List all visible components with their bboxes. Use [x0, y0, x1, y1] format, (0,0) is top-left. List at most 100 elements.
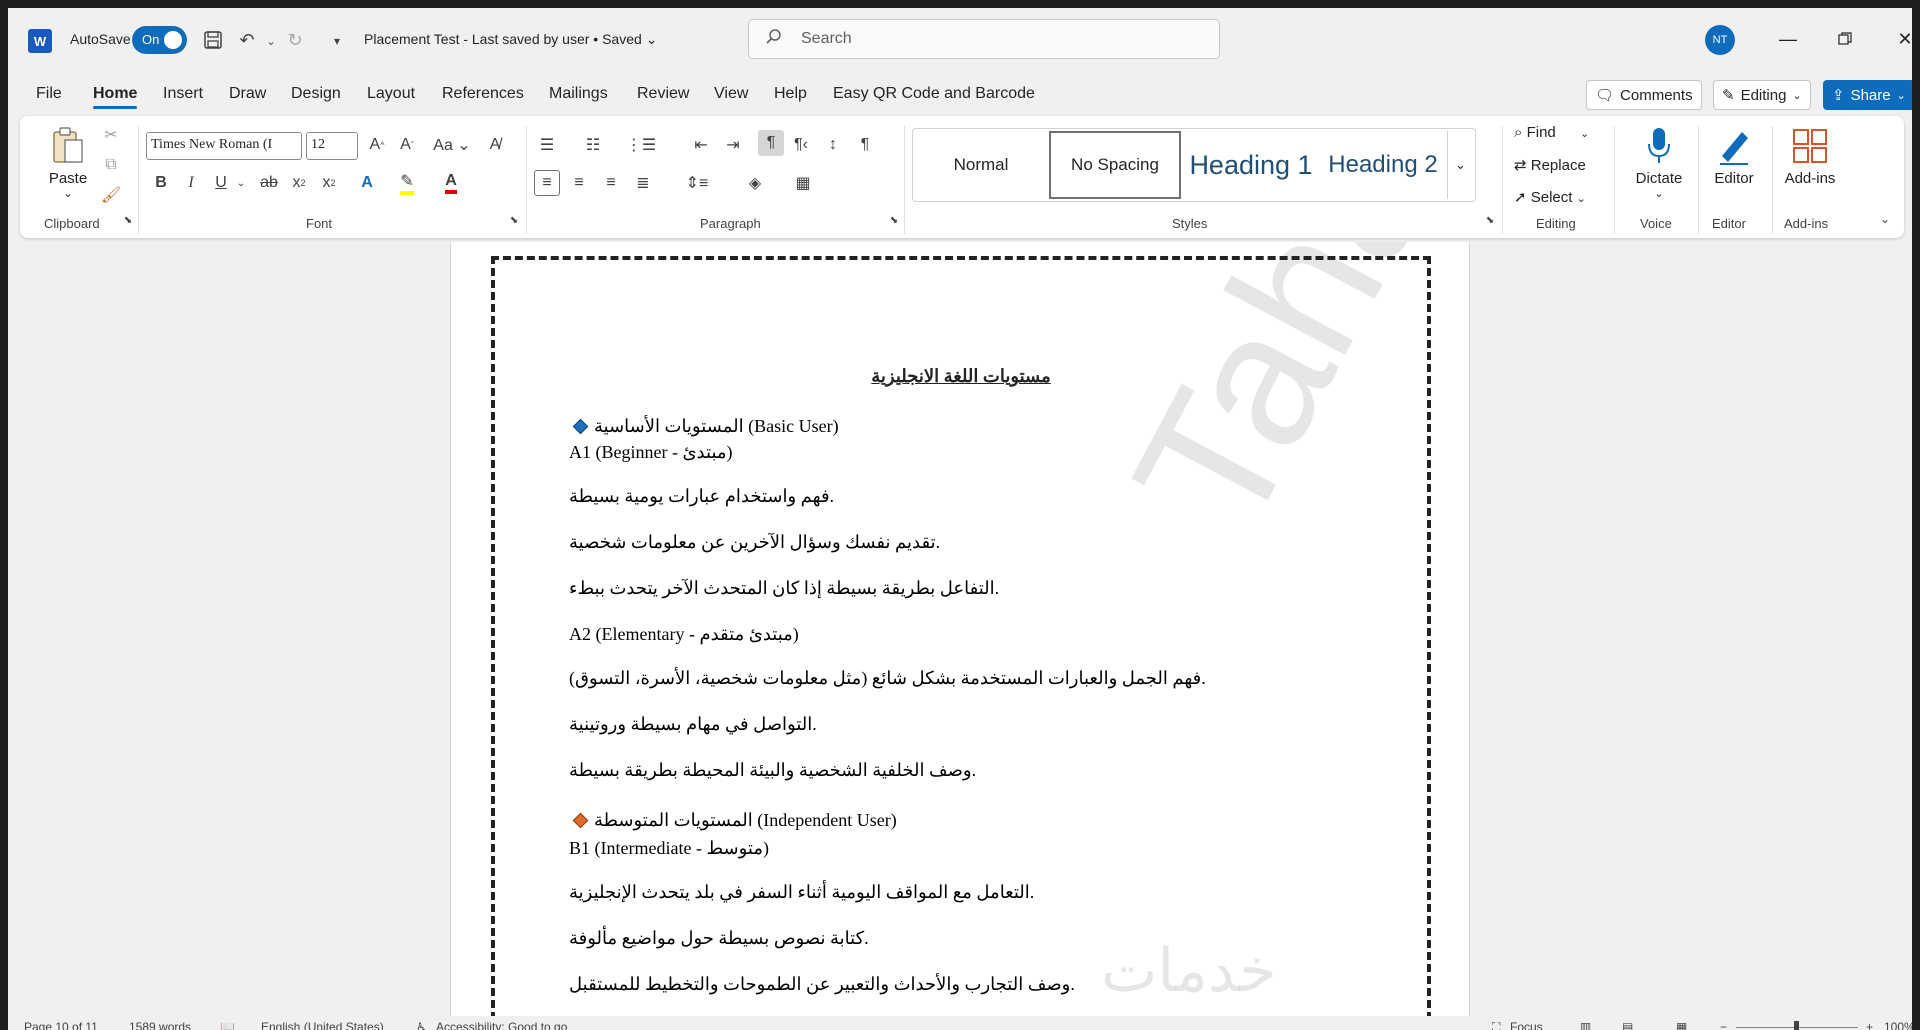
style-heading-2[interactable]: Heading 2 — [1321, 131, 1445, 199]
justify-icon[interactable]: ≣ — [630, 170, 656, 196]
dictate-button[interactable]: Dictate ⌄ — [1622, 122, 1696, 200]
style-heading-1[interactable]: Heading 1 — [1183, 131, 1319, 199]
focus-button[interactable]: Focus — [1510, 1020, 1543, 1030]
increase-indent-icon[interactable]: ⇥ — [720, 132, 746, 158]
copy-icon[interactable]: ⧉ — [98, 152, 124, 178]
style-normal[interactable]: Normal — [915, 131, 1047, 199]
zoom-level[interactable]: 100% — [1884, 1020, 1912, 1030]
minimize-icon[interactable]: — — [1773, 24, 1803, 54]
tab-home[interactable]: Home — [93, 85, 138, 109]
editor-group-label: Editor — [1712, 216, 1746, 231]
comments-button[interactable]: 🗨 Comments — [1586, 80, 1702, 110]
align-center-icon[interactable]: ≡ — [566, 170, 592, 196]
level-a2: A2 (Elementary - مبتدئ متقدم) — [569, 624, 799, 644]
customize-toolbar-icon[interactable]: ▾ — [324, 28, 350, 54]
add-ins-button[interactable]: Add-ins — [1776, 122, 1844, 187]
styles-launcher-icon[interactable]: ⬊ — [1482, 212, 1498, 228]
select-button[interactable]: ➚ Select ⌄ — [1514, 188, 1586, 206]
rtl-direction-icon[interactable]: ¶ — [758, 130, 784, 156]
font-color-icon[interactable]: A — [438, 170, 464, 196]
editing-mode-button[interactable]: ✎ Editing ⌄ — [1713, 80, 1811, 110]
font-name-select[interactable]: Times New Roman (I — [146, 132, 302, 160]
tab-file[interactable]: File — [36, 85, 62, 103]
tab-insert[interactable]: Insert — [163, 85, 203, 103]
grow-font-icon[interactable]: A ^ — [364, 132, 390, 158]
search-input[interactable]: Search — [748, 19, 1220, 59]
document-title[interactable]: Placement Test - Last saved by user • Sa… — [364, 31, 657, 48]
borders-icon[interactable]: ▦ — [790, 170, 816, 196]
format-painter-icon[interactable]: 🖌 — [98, 182, 124, 208]
shrink-font-icon[interactable]: Aˇ — [394, 132, 420, 158]
italic-icon[interactable]: I — [178, 170, 204, 196]
shading-icon[interactable]: ◈ — [742, 170, 768, 196]
tab-mailings[interactable]: Mailings — [549, 85, 608, 103]
style-no-spacing[interactable]: No Spacing — [1049, 131, 1181, 199]
line-spacing-icon[interactable]: ⇕≡ — [684, 170, 710, 196]
language-status[interactable]: English (United States) — [261, 1020, 384, 1030]
editor-button[interactable]: Editor — [1704, 122, 1764, 187]
tab-help[interactable]: Help — [774, 85, 807, 103]
sort-icon[interactable]: ↕ — [820, 132, 846, 158]
save-icon[interactable] — [200, 27, 226, 53]
document-page[interactable]: Taha Tarek خدمات مستويات اللغة الانجليزي… — [450, 242, 1716, 1018]
print-layout-icon[interactable]: ▤ — [1622, 1020, 1633, 1030]
underline-dropdown-icon[interactable]: ⌄ — [228, 170, 254, 196]
close-icon[interactable]: ✕ — [1890, 24, 1912, 54]
restore-icon[interactable] — [1830, 24, 1860, 54]
numbering-icon[interactable]: ☷ — [580, 132, 606, 158]
change-case-icon[interactable]: Aa ⌄ — [432, 132, 472, 158]
superscript-icon[interactable]: x2 — [316, 170, 342, 196]
tab-view[interactable]: View — [714, 85, 748, 103]
page-count[interactable]: Page 10 of 11 — [24, 1020, 98, 1030]
align-left-icon[interactable]: ≡ — [534, 170, 560, 196]
text-effects-icon[interactable]: A — [354, 170, 380, 196]
tab-draw[interactable]: Draw — [229, 85, 266, 103]
find-button[interactable]: ⌕ Find ⌄ — [1514, 124, 1589, 141]
tab-review[interactable]: Review — [637, 85, 689, 103]
user-avatar[interactable]: NT — [1705, 25, 1735, 55]
proofing-icon[interactable]: 📖 — [220, 1020, 235, 1030]
dictate-dropdown-icon[interactable]: ⌄ — [1622, 187, 1696, 200]
show-marks-icon[interactable]: ¶ — [852, 132, 878, 158]
undo-icon[interactable]: ↶ — [234, 27, 260, 53]
autosave-label: AutoSave — [70, 31, 131, 47]
tab-design[interactable]: Design — [291, 85, 341, 103]
web-layout-icon[interactable]: ▦ — [1676, 1020, 1687, 1030]
font-size-select[interactable]: 12 — [306, 132, 358, 160]
undo-dropdown-icon[interactable]: ⌄ — [258, 28, 284, 54]
autosave-toggle[interactable]: On — [132, 26, 187, 54]
styles-more-icon[interactable]: ⌄ — [1447, 131, 1473, 199]
bold-icon[interactable]: B — [148, 170, 174, 196]
strikethrough-icon[interactable]: ab — [256, 170, 282, 196]
decrease-indent-icon[interactable]: ⇤ — [688, 132, 714, 158]
tab-references[interactable]: References — [442, 85, 524, 103]
clear-formatting-icon[interactable]: A̸ — [482, 132, 508, 158]
multilevel-list-icon[interactable]: ⋮☰ — [626, 132, 656, 158]
bullets-icon[interactable]: ☰ — [534, 132, 560, 158]
font-launcher-icon[interactable]: ⬊ — [506, 212, 522, 228]
ltr-direction-icon[interactable]: ¶‹ — [788, 132, 814, 158]
paragraph-launcher-icon[interactable]: ⬊ — [886, 212, 902, 228]
word-count[interactable]: 1589 words — [129, 1020, 191, 1030]
highlight-icon[interactable]: ✎ — [394, 170, 420, 196]
zoom-in-icon[interactable]: + — [1866, 1020, 1873, 1030]
replace-button[interactable]: ⇄ Replace — [1514, 156, 1586, 174]
collapse-ribbon-icon[interactable]: ⌄ — [1872, 206, 1898, 232]
cut-icon[interactable]: ✂ — [98, 122, 124, 148]
subscript-icon[interactable]: x2 — [286, 170, 312, 196]
zoom-slider-thumb[interactable] — [1794, 1021, 1799, 1030]
paste-button[interactable]: Paste ⌄ — [38, 122, 98, 200]
share-button[interactable]: ⇪ Share ⌄ — [1823, 80, 1912, 110]
select-label: Select — [1530, 189, 1573, 206]
read-mode-icon[interactable]: ▥ — [1580, 1020, 1591, 1030]
redo-icon[interactable]: ↻ — [282, 27, 308, 53]
tab-layout[interactable]: Layout — [367, 85, 415, 103]
clipboard-launcher-icon[interactable]: ⬊ — [120, 212, 136, 228]
paste-dropdown-icon[interactable]: ⌄ — [38, 187, 98, 200]
editor-pen-icon — [1704, 122, 1764, 170]
separator — [904, 126, 905, 234]
align-right-icon[interactable]: ≡ — [598, 170, 624, 196]
zoom-out-icon[interactable]: − — [1720, 1020, 1727, 1030]
tab-qr-barcode[interactable]: Easy QR Code and Barcode — [833, 85, 1035, 103]
accessibility-status[interactable]: Accessibility: Good to go — [436, 1020, 567, 1030]
